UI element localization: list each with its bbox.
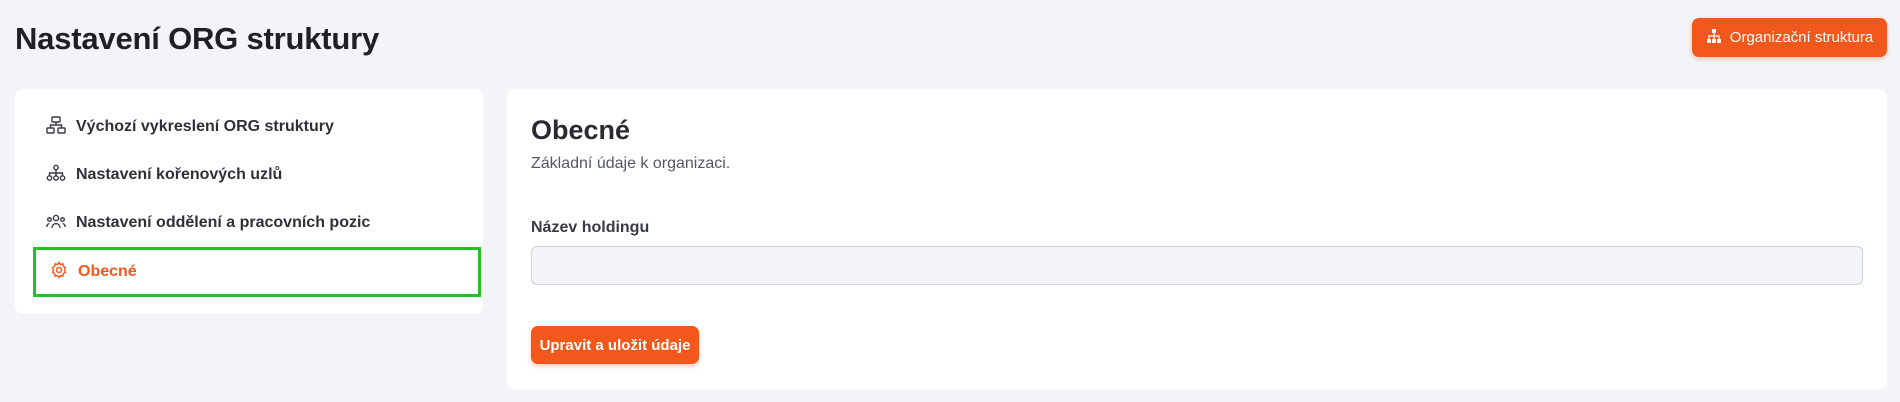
holding-name-label: Název holdingu bbox=[531, 219, 650, 236]
sidebar-item-general[interactable]: Obecné bbox=[33, 247, 481, 297]
sidebar-item-default-rendering[interactable]: Výchozí vykreslení ORG struktury bbox=[46, 107, 476, 147]
team-icon bbox=[46, 212, 66, 235]
org-structure-button-label: Organizační struktura bbox=[1729, 29, 1874, 46]
page: Nastavení ORG struktury Organizační stru… bbox=[0, 0, 1900, 402]
settings-sidebar: Výchozí vykreslení ORG struktury Nastave… bbox=[15, 89, 483, 314]
sidebar-item-label: Obecné bbox=[78, 263, 137, 280]
holding-name-input[interactable] bbox=[531, 246, 1863, 285]
save-button[interactable]: Upravit a uložit údaje bbox=[531, 326, 699, 364]
panel-title: Obecné bbox=[531, 115, 631, 145]
sidebar-item-root-nodes[interactable]: Nastavení kořenových uzlů bbox=[46, 155, 476, 195]
sitemap-icon bbox=[1706, 28, 1722, 48]
sidebar-item-label: Výchozí vykreslení ORG struktury bbox=[76, 118, 334, 135]
network-tree-icon bbox=[46, 115, 66, 139]
panel-subtitle: Základní údaje k organizaci. bbox=[531, 155, 731, 172]
sidebar-item-departments-positions[interactable]: Nastavení oddělení a pracovních pozic bbox=[46, 203, 476, 243]
hierarchy-icon bbox=[46, 164, 66, 187]
gear-icon bbox=[50, 260, 68, 284]
sidebar-item-label: Nastavení oddělení a pracovních pozic bbox=[76, 214, 371, 231]
page-title: Nastavení ORG struktury bbox=[15, 21, 380, 56]
org-structure-button[interactable]: Organizační struktura bbox=[1692, 18, 1887, 57]
general-settings-panel: Obecné Základní údaje k organizaci. Náze… bbox=[507, 89, 1887, 389]
sidebar-item-label: Nastavení kořenových uzlů bbox=[76, 166, 283, 183]
